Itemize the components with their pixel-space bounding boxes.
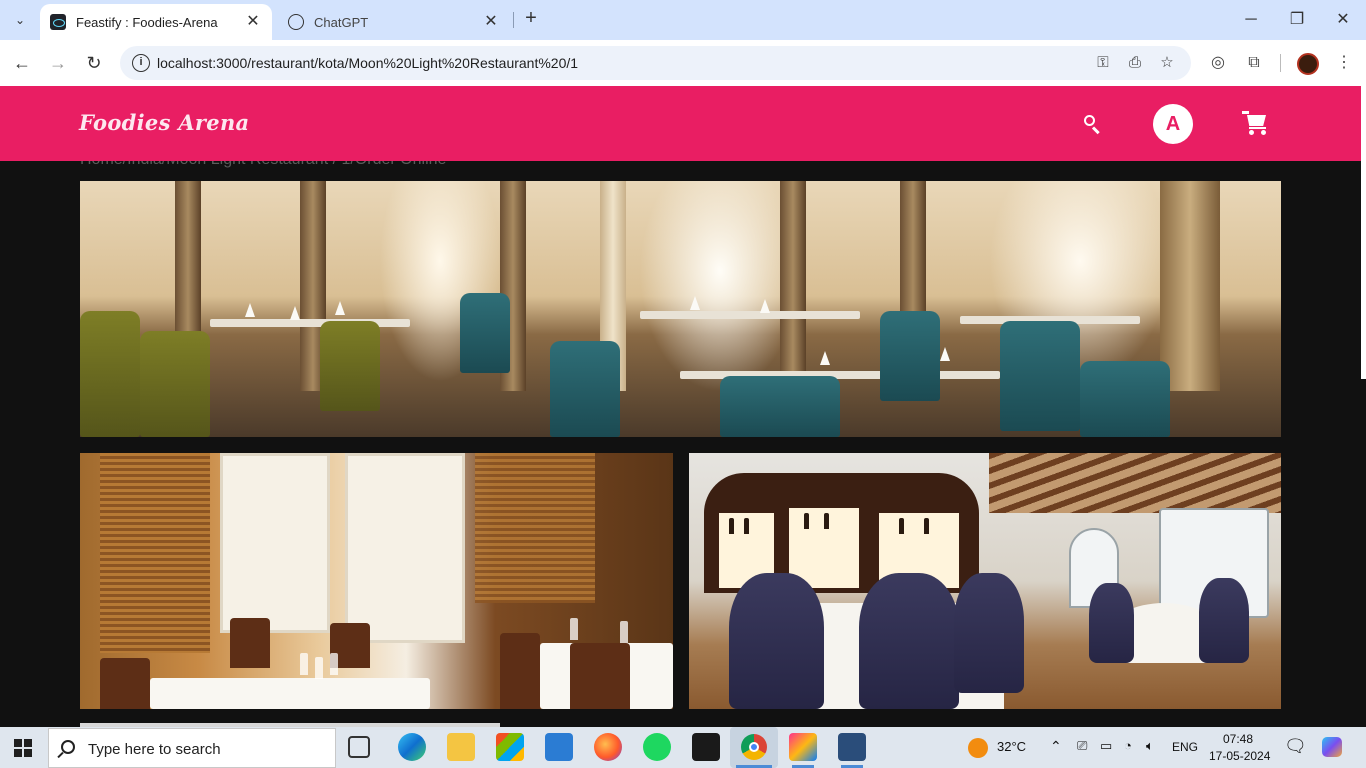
- taskbar-search-placeholder: Type here to search: [88, 741, 221, 758]
- tray-chevron-up-icon[interactable]: ⌃: [1050, 738, 1062, 755]
- language-indicator[interactable]: ENG: [1172, 740, 1198, 754]
- file-explorer-icon[interactable]: [447, 733, 475, 761]
- search-icon[interactable]: [1080, 112, 1104, 136]
- task-view-icon[interactable]: [348, 736, 370, 758]
- weather-sun-icon[interactable]: [968, 738, 988, 758]
- tab-search-chevron-icon[interactable]: ⌄: [8, 8, 32, 32]
- browser-profile-avatar[interactable]: [1297, 53, 1319, 75]
- page-viewport: Foodies Arena A Home/India/Moon Light Re…: [0, 86, 1366, 727]
- password-key-icon[interactable]: ⚿: [1093, 54, 1113, 72]
- windows-start-icon[interactable]: [14, 739, 32, 757]
- volume-icon[interactable]: 🔈︎: [1146, 738, 1154, 754]
- bookmark-star-icon[interactable]: ☆: [1157, 54, 1177, 72]
- microsoft-store-icon[interactable]: [496, 733, 524, 761]
- reload-icon[interactable]: ↻: [82, 51, 106, 75]
- react-favicon-icon: [50, 14, 66, 30]
- spotify-icon[interactable]: [643, 733, 671, 761]
- notifications-icon[interactable]: 🗨︎: [1284, 736, 1307, 757]
- browser-toolbar: ← → ↻ i localhost:3000/restaurant/kota/M…: [0, 40, 1366, 86]
- tab-title: Feastify : Foodies-Arena: [76, 14, 218, 30]
- restaurant-interior-photo[interactable]: [80, 453, 673, 709]
- chatgpt-favicon-icon: [288, 14, 304, 30]
- tab-divider: [513, 12, 514, 28]
- browser-menu-icon[interactable]: ⋮: [1332, 51, 1356, 75]
- visual-studio-icon[interactable]: [838, 733, 866, 761]
- url-text[interactable]: localhost:3000/restaurant/kota/Moon%20Li…: [157, 55, 578, 71]
- terminal-icon[interactable]: [692, 733, 720, 761]
- close-window-icon[interactable]: ✕: [1331, 8, 1355, 32]
- extension-globe-icon[interactable]: ◎: [1206, 51, 1230, 75]
- browser-tabstrip: ⌄ Feastify : Foodies-Arena ✕ ChatGPT ✕ +…: [0, 0, 1366, 40]
- taskbar-search-box[interactable]: Type here to search: [48, 728, 336, 768]
- chrome-taskbar-button[interactable]: [730, 727, 778, 768]
- weather-temperature[interactable]: 32°C: [997, 739, 1026, 754]
- back-arrow-icon[interactable]: ←: [10, 51, 34, 75]
- address-bar[interactable]: i localhost:3000/restaurant/kota/Moon%20…: [120, 46, 1191, 80]
- page-scrollbar[interactable]: [1361, 86, 1366, 727]
- minimize-icon[interactable]: ─: [1239, 8, 1263, 32]
- site-info-icon[interactable]: i: [132, 54, 150, 72]
- new-tab-plus-icon[interactable]: +: [520, 8, 542, 30]
- search-icon: [61, 740, 75, 754]
- install-app-icon[interactable]: ⎙: [1125, 54, 1145, 72]
- edge-icon[interactable]: [398, 733, 426, 761]
- user-avatar[interactable]: A: [1153, 104, 1193, 144]
- scrollbar-thumb[interactable]: [1361, 86, 1366, 379]
- windows-taskbar: Type here to search 32°C ⌃ ⎚ ▭ ◔ 🔈︎ ENG …: [0, 727, 1366, 768]
- restore-icon[interactable]: ❐: [1285, 8, 1309, 32]
- forward-arrow-icon[interactable]: →: [46, 51, 70, 75]
- tab-title: ChatGPT: [314, 14, 369, 30]
- tab-chatgpt[interactable]: ChatGPT ✕: [278, 4, 510, 40]
- site-header: Foodies Arena A: [0, 86, 1361, 161]
- tab-feastify[interactable]: Feastify : Foodies-Arena ✕: [40, 4, 272, 40]
- close-tab-icon[interactable]: ✕: [482, 13, 500, 31]
- site-logo[interactable]: Foodies Arena: [79, 110, 249, 135]
- battery-icon[interactable]: ▭: [1100, 738, 1112, 754]
- cart-icon[interactable]: [1242, 110, 1270, 138]
- meet-now-icon[interactable]: ⎚: [1077, 738, 1087, 754]
- wifi-icon[interactable]: ◔: [1124, 738, 1132, 753]
- clock-date[interactable]: 17-05-2024: [1209, 749, 1270, 763]
- clock-time[interactable]: 07:48: [1223, 732, 1253, 746]
- firefox-icon[interactable]: [594, 733, 622, 761]
- restaurant-bar-dining-photo[interactable]: [689, 453, 1281, 709]
- intellij-icon[interactable]: [789, 733, 817, 761]
- toolbar-divider: [1280, 54, 1281, 72]
- extensions-puzzle-icon[interactable]: ⧉: [1242, 51, 1266, 75]
- mail-icon[interactable]: [545, 733, 573, 761]
- copilot-icon[interactable]: [1322, 737, 1342, 757]
- restaurant-dining-hall-photo[interactable]: [80, 181, 1281, 437]
- close-tab-icon[interactable]: ✕: [244, 13, 262, 31]
